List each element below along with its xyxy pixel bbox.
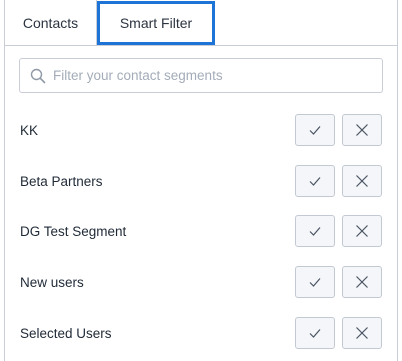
segment-name: Selected Users	[20, 326, 112, 341]
check-icon	[309, 329, 321, 338]
check-icon	[309, 227, 321, 236]
close-icon	[356, 327, 368, 339]
segment-row: DG Test Segment	[5, 215, 397, 249]
check-icon	[309, 278, 321, 287]
segment-row: Selected Users	[5, 317, 397, 351]
close-icon	[356, 225, 368, 237]
tab-bar: Contacts Smart Filter	[5, 0, 397, 46]
segment-name: DG Test Segment	[20, 224, 127, 239]
accept-segment-button[interactable]	[295, 317, 335, 349]
search-icon	[30, 68, 46, 84]
tab-contacts-label: Contacts	[22, 14, 79, 31]
reject-segment-button[interactable]	[342, 266, 382, 298]
segment-row: Beta Partners	[5, 165, 397, 199]
segment-row: KK	[5, 114, 397, 148]
check-icon	[309, 126, 321, 135]
close-icon	[356, 124, 368, 136]
segment-row: New users	[5, 266, 397, 300]
smart-filter-panel: Contacts Smart Filter KK Bet	[4, 0, 398, 361]
accept-segment-button[interactable]	[295, 215, 335, 247]
reject-segment-button[interactable]	[342, 165, 382, 197]
tab-contacts[interactable]: Contacts	[5, 0, 97, 45]
segment-name: New users	[20, 275, 84, 290]
close-icon	[356, 276, 368, 288]
check-icon	[309, 177, 321, 186]
reject-segment-button[interactable]	[342, 317, 382, 349]
accept-segment-button[interactable]	[295, 266, 335, 298]
accept-segment-button[interactable]	[295, 114, 335, 146]
accept-segment-button[interactable]	[295, 165, 335, 197]
reject-segment-button[interactable]	[342, 215, 382, 247]
segment-name: KK	[20, 123, 39, 138]
segment-search-box[interactable]	[19, 58, 383, 93]
segment-search-input[interactable]	[53, 68, 363, 83]
reject-segment-button[interactable]	[342, 114, 382, 146]
tab-smart-filter[interactable]: Smart Filter	[97, 1, 215, 45]
tab-smart-filter-label: Smart Filter	[119, 15, 193, 31]
close-icon	[356, 175, 368, 187]
segment-name: Beta Partners	[20, 174, 103, 189]
